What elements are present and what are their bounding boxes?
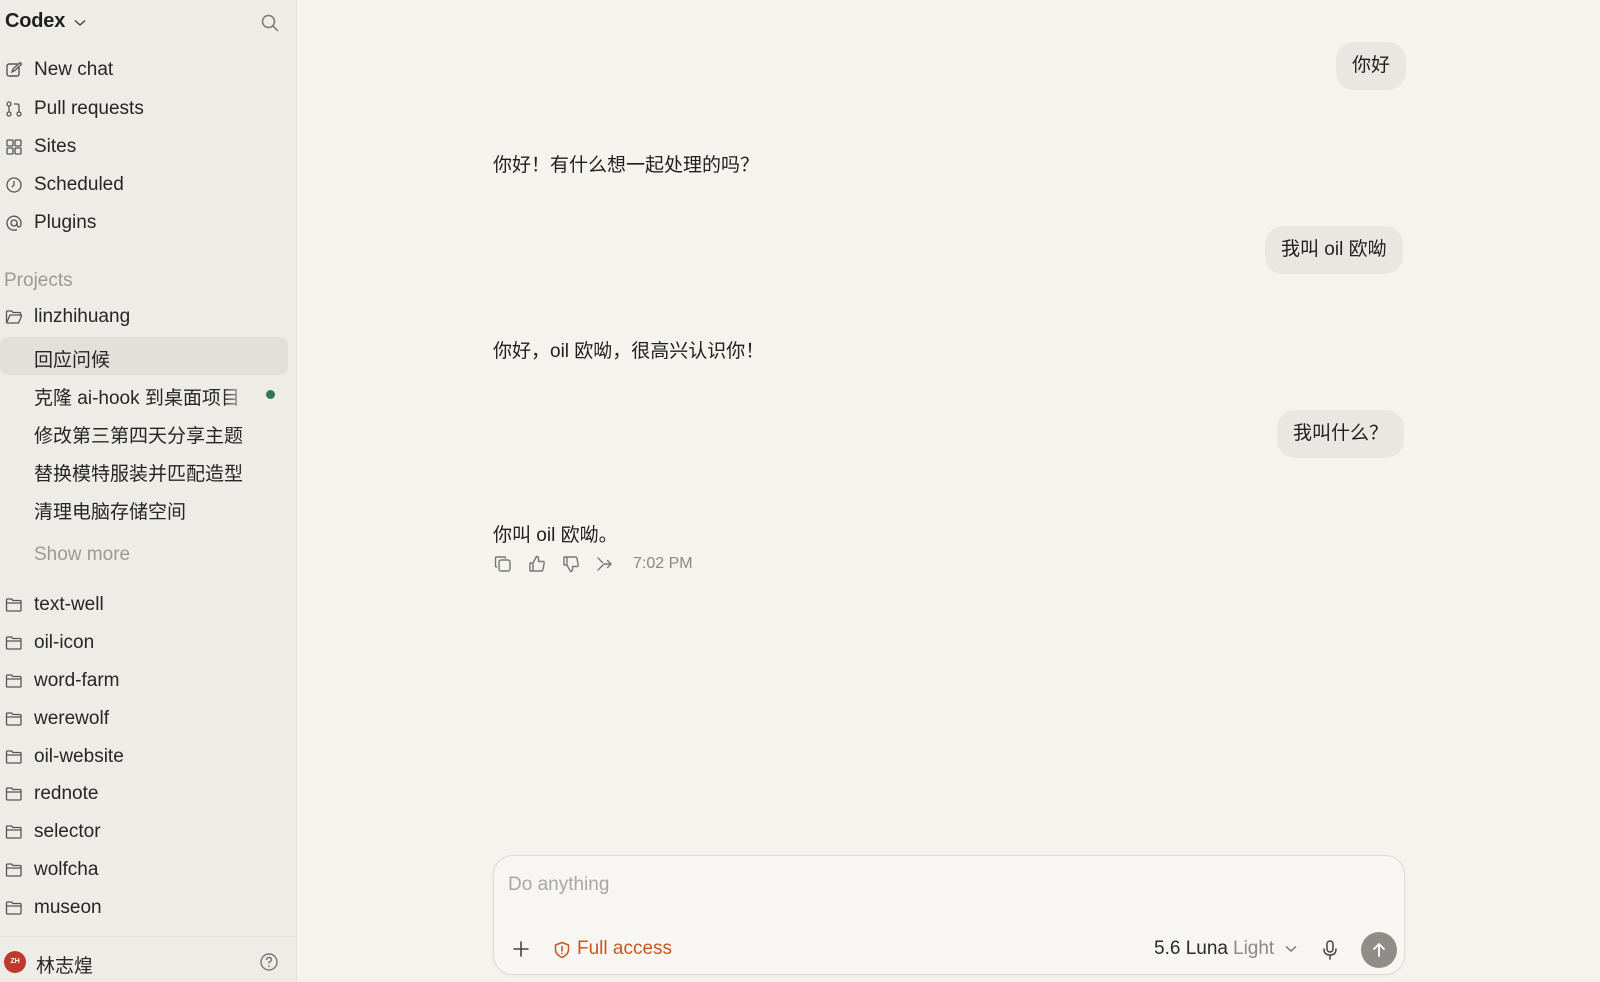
clock-icon <box>6 177 22 193</box>
arrow-up-icon <box>1373 943 1385 957</box>
project-item[interactable]: werewolf <box>0 702 290 736</box>
project-label: oil-website <box>34 746 124 767</box>
folder-icon <box>5 712 22 726</box>
nav-sites[interactable]: Sites <box>0 130 290 164</box>
nav-label: Scheduled <box>34 174 124 195</box>
folder-open-icon <box>5 310 23 324</box>
unread-indicator <box>266 390 275 399</box>
project-item[interactable]: word-farm <box>0 664 290 698</box>
sidebar-header: Codex <box>0 6 297 36</box>
copy-icon[interactable] <box>493 554 513 574</box>
project-label: oil-icon <box>34 632 95 653</box>
fork-icon[interactable] <box>595 554 615 574</box>
folder-icon <box>5 750 22 764</box>
project-item[interactable]: museon <box>0 891 290 925</box>
message-timestamp: 7:02 PM <box>633 555 693 572</box>
alert-shield-icon <box>554 941 570 959</box>
model-name: 5.6 Luna <box>1154 938 1228 959</box>
chat-title: 替换模特服装并匹配造型 <box>34 464 244 485</box>
chat-item[interactable]: 替换模特服装并匹配造型 <box>0 451 288 489</box>
chat-item[interactable]: 回应问候 <box>0 337 288 375</box>
chat-main: 你好 你好！有什么想一起处理的吗？ 我叫 oil 欧呦 你好，oil 欧呦，很高… <box>298 0 1600 982</box>
project-item[interactable]: wolfcha <box>0 853 290 887</box>
folder-icon <box>5 863 22 877</box>
avatar[interactable]: ZH <box>4 951 26 973</box>
user-message: 你好 <box>1336 42 1407 90</box>
project-item[interactable]: rednote <box>0 777 290 811</box>
project-item[interactable]: oil-icon <box>0 626 290 660</box>
chat-title: 修改第三第四天分享主题 <box>34 426 244 447</box>
sidebar-footer: ZH 林志煌 <box>0 936 297 982</box>
folder-icon <box>5 787 22 801</box>
edit-icon <box>6 61 23 77</box>
project-label: selector <box>34 821 101 842</box>
chevron-down-icon <box>1285 945 1297 953</box>
sidebar: Codex New chat Pull requests Sites Sched… <box>0 0 297 982</box>
user-message: 我叫 oil 欧呦 <box>1265 226 1403 274</box>
model-selector[interactable]: 5.6 Luna Light <box>1154 938 1299 962</box>
assistant-message: 你好，oil 欧呦，很高兴认识你！ <box>493 341 765 362</box>
composer: Full access 5.6 Luna Light <box>493 855 1405 975</box>
grid-icon <box>6 139 22 155</box>
nav-new-chat[interactable]: New chat <box>0 53 290 87</box>
project-linzhihuang[interactable]: linzhihuang <box>0 300 290 334</box>
project-item[interactable]: oil-website <box>0 740 290 774</box>
project-label: text-well <box>34 594 104 615</box>
microphone-icon[interactable] <box>1319 938 1341 962</box>
nav-pull-requests[interactable]: Pull requests <box>0 92 290 126</box>
projects-section-label: Projects <box>4 270 73 291</box>
model-mode: Light <box>1233 938 1275 959</box>
nav-label: Sites <box>34 136 77 157</box>
help-icon[interactable] <box>259 952 279 972</box>
nav-label: New chat <box>34 59 114 80</box>
add-attachment-button[interactable] <box>510 938 532 960</box>
project-label: word-farm <box>34 670 120 691</box>
thumbs-down-icon[interactable] <box>561 554 581 574</box>
chat-item[interactable]: 克隆 ai-hook 到桌面项目 <box>0 375 288 413</box>
nav-plugins[interactable]: Plugins <box>0 206 290 240</box>
app-title[interactable]: Codex <box>5 10 65 33</box>
assistant-message: 你叫 oil 欧呦。 <box>493 525 618 546</box>
show-more-link[interactable]: Show more <box>34 544 130 566</box>
nav-label: Pull requests <box>34 98 144 119</box>
thumbs-up-icon[interactable] <box>527 554 547 574</box>
folder-icon <box>5 598 22 612</box>
project-label: museon <box>34 897 102 918</box>
search-icon[interactable] <box>260 13 280 33</box>
user-name[interactable]: 林志煌 <box>36 951 93 978</box>
send-button[interactable] <box>1361 932 1397 968</box>
chat-item[interactable]: 清理电脑存储空间 <box>0 489 288 527</box>
folder-icon <box>5 674 22 688</box>
project-label: rednote <box>34 783 99 804</box>
chat-title: 克隆 ai-hook 到桌面项目 <box>34 388 240 409</box>
folder-icon <box>5 636 22 650</box>
folder-icon <box>5 825 22 839</box>
nav-scheduled[interactable]: Scheduled <box>0 168 290 202</box>
project-label: linzhihuang <box>34 306 131 327</box>
project-item[interactable]: selector <box>0 815 290 849</box>
access-mode-label: Full access <box>577 938 673 959</box>
app-window: Codex New chat Pull requests Sites Sched… <box>0 0 1600 982</box>
chat-item[interactable]: 修改第三第四天分享主题 <box>0 413 288 451</box>
pull-request-icon <box>6 101 22 117</box>
project-label: werewolf <box>34 708 109 729</box>
prompt-input[interactable] <box>508 870 1388 900</box>
assistant-message: 你好！有什么想一起处理的吗？ <box>493 155 760 176</box>
chevron-down-icon[interactable] <box>74 19 86 27</box>
project-item[interactable]: text-well <box>0 588 290 622</box>
user-message: 我叫什么？ <box>1277 410 1405 458</box>
chat-title: 清理电脑存储空间 <box>34 502 187 523</box>
at-icon <box>6 215 22 231</box>
project-label: wolfcha <box>34 859 99 880</box>
message-actions: 7:02 PM <box>493 554 753 576</box>
nav-label: Plugins <box>34 212 97 233</box>
chat-title: 回应问候 <box>34 350 111 371</box>
folder-icon <box>5 901 22 915</box>
